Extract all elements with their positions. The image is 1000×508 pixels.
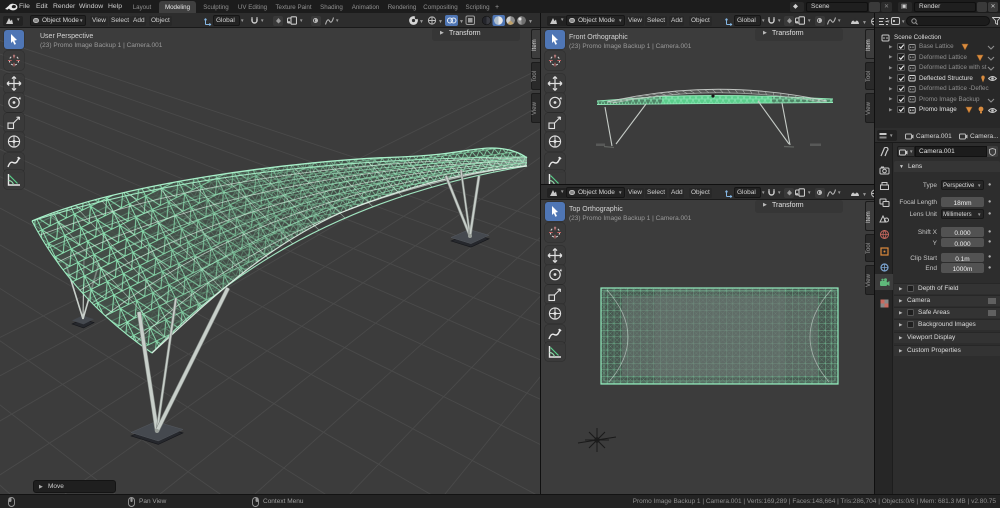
svg-text:▼: ▼ <box>438 19 443 25</box>
svg-text:▼: ▼ <box>528 19 533 25</box>
svg-text:▼: ▼ <box>862 192 867 198</box>
svg-text:▼: ▼ <box>459 19 464 25</box>
svg-text:▼: ▼ <box>862 20 867 26</box>
svg-text:▼: ▼ <box>419 19 424 25</box>
